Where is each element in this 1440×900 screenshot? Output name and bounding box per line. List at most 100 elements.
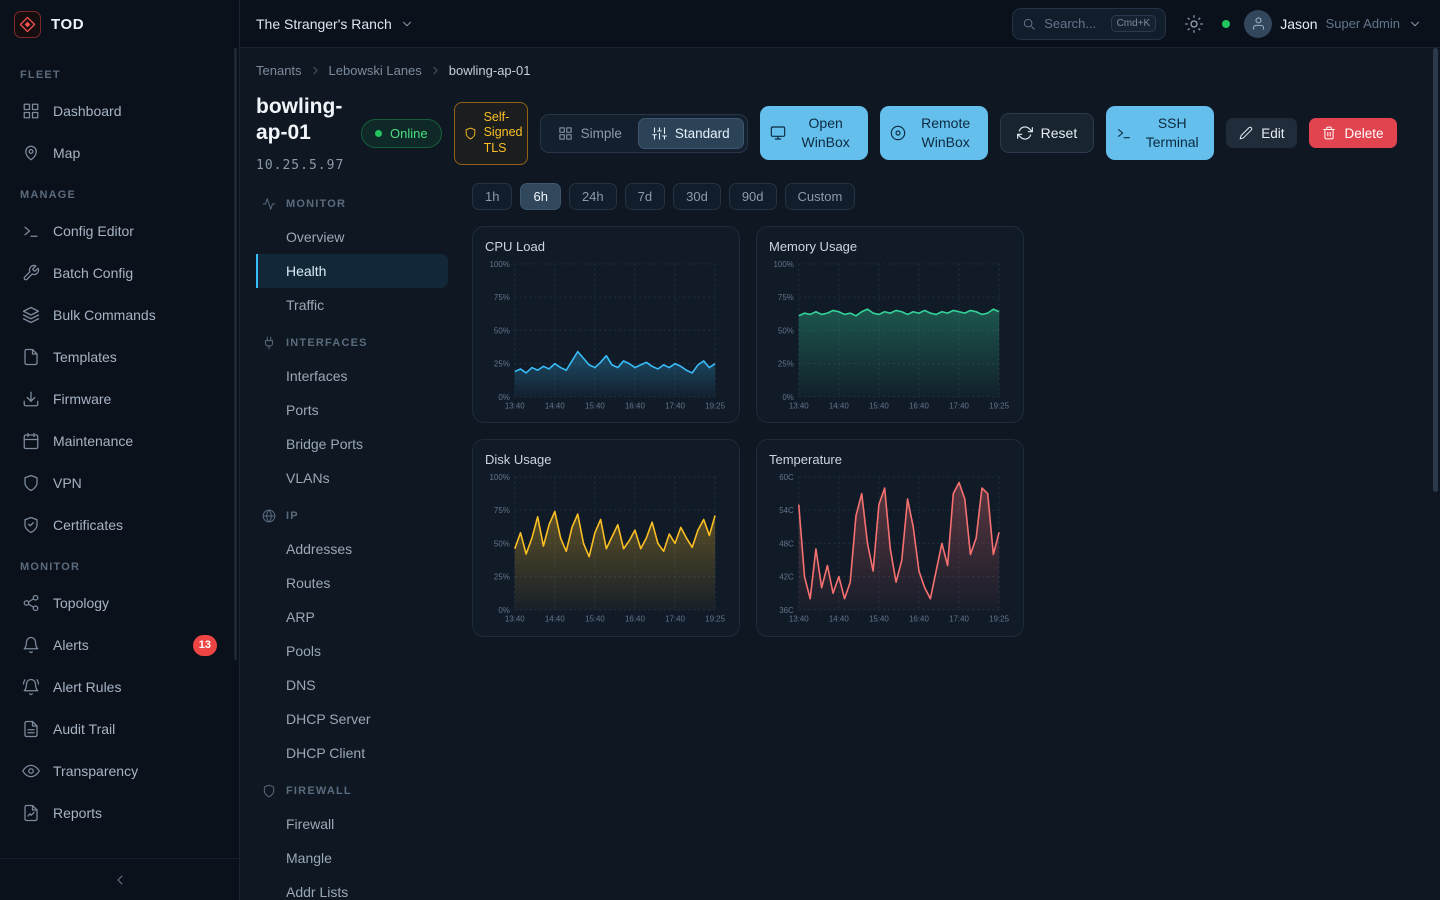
user-icon — [1251, 16, 1266, 31]
topbar: The Stranger's Ranch Search... Cmd+K — [240, 0, 1440, 48]
time-range-1h[interactable]: 1h — [472, 183, 512, 210]
sidebar-item-transparency[interactable]: Transparency — [12, 750, 227, 792]
svg-text:13:40: 13:40 — [789, 615, 809, 624]
view-mode-standard[interactable]: Standard — [638, 118, 744, 149]
device-nav-item-bridge-ports[interactable]: Bridge Ports — [256, 427, 448, 461]
theme-toggle-button[interactable] — [1180, 10, 1208, 38]
sidebar-item-maintenance[interactable]: Maintenance — [12, 420, 227, 462]
device-nav-item-overview[interactable]: Overview — [256, 220, 448, 254]
device-nav-item-pools[interactable]: Pools — [256, 634, 448, 668]
svg-text:16:40: 16:40 — [625, 401, 645, 410]
device-nav-section-firewall: FIREWALL — [256, 770, 448, 807]
app-logo[interactable]: TOD — [0, 0, 239, 48]
breadcrumb-item-tenants[interactable]: Tenants — [256, 63, 302, 78]
svg-text:0%: 0% — [498, 392, 509, 401]
svg-text:0%: 0% — [498, 606, 509, 615]
device-layout: MONITOROverviewHealthTraffic INTERFACES In… — [256, 183, 1416, 900]
device-nav-section-label: INTERFACES — [286, 337, 368, 349]
status-badge: Online — [361, 119, 442, 148]
svg-text:19:25: 19:25 — [989, 615, 1009, 624]
app-name: TOD — [51, 16, 84, 33]
device-nav-item-arp[interactable]: ARP — [256, 600, 448, 634]
device-nav-section-monitor: MONITOR — [256, 183, 448, 220]
sidebar-item-label: Config Editor — [53, 223, 134, 239]
sidebar-item-alerts[interactable]: Alerts13 — [12, 624, 227, 666]
device-nav-item-ports[interactable]: Ports — [256, 393, 448, 427]
chart-title: Disk Usage — [485, 452, 727, 467]
device-nav-item-routes[interactable]: Routes — [256, 566, 448, 600]
sidebar-item-label: Alert Rules — [53, 679, 121, 695]
device-nav-item-traffic[interactable]: Traffic — [256, 288, 448, 322]
sidebar-item-config-editor[interactable]: Config Editor — [12, 210, 227, 252]
time-range-30d[interactable]: 30d — [673, 183, 721, 210]
tls-warning-badge: Self-Signed TLS — [454, 102, 528, 165]
sidebar-item-dashboard[interactable]: Dashboard — [12, 90, 227, 132]
sidebar-section-label-fleet: FLEET — [12, 54, 227, 90]
time-range-7d[interactable]: 7d — [625, 183, 665, 210]
reset-button[interactable]: Reset — [1000, 113, 1095, 153]
edit-button[interactable]: Edit — [1226, 118, 1297, 148]
device-ip: 10.25.5.97 — [256, 158, 348, 173]
search-input[interactable]: Search... Cmd+K — [1012, 8, 1166, 40]
svg-text:17:40: 17:40 — [949, 615, 969, 624]
device-nav-item-addr-lists[interactable]: Addr Lists — [256, 875, 448, 900]
user-menu[interactable]: Jason Super Admin — [1244, 10, 1422, 38]
svg-text:17:40: 17:40 — [949, 401, 969, 410]
terminal-icon — [22, 222, 40, 240]
time-range-24h[interactable]: 24h — [569, 183, 617, 210]
status-label: Online — [390, 126, 428, 141]
device-nav-item-dns[interactable]: DNS — [256, 668, 448, 702]
page-title: bowling-ap-01 — [256, 94, 348, 147]
sliders-icon — [652, 126, 667, 141]
device-nav-item-firewall[interactable]: Firewall — [256, 807, 448, 841]
sidebar-item-certificates[interactable]: Certificates — [12, 504, 227, 546]
sidebar-item-batch-config[interactable]: Batch Config — [12, 252, 227, 294]
device-nav-item-vlans[interactable]: VLANs — [256, 461, 448, 495]
device-nav-item-addresses[interactable]: Addresses — [256, 532, 448, 566]
page-scrollbar[interactable] — [1433, 48, 1438, 492]
breadcrumb-item-lebowski-lanes[interactable]: Lebowski Lanes — [329, 63, 422, 78]
sidebar-item-firmware[interactable]: Firmware — [12, 378, 227, 420]
app-root: TOD FLEETDashboardMapMANAGEConfig Editor… — [0, 0, 1440, 900]
tenant-name: The Stranger's Ranch — [256, 16, 392, 32]
sidebar-item-bulk-commands[interactable]: Bulk Commands — [12, 294, 227, 336]
open-winbox-button[interactable]: Open WinBox — [760, 106, 868, 160]
device-nav-item-health[interactable]: Health — [256, 254, 448, 288]
sidebar-item-audit-trail[interactable]: Audit Trail — [12, 708, 227, 750]
remote-winbox-button[interactable]: Remote WinBox — [880, 106, 988, 160]
sidebar-item-alert-rules[interactable]: Alert Rules — [12, 666, 227, 708]
svg-text:42C: 42C — [779, 573, 794, 582]
device-nav-item-mangle[interactable]: Mangle — [256, 841, 448, 875]
time-range-custom[interactable]: Custom — [785, 183, 856, 210]
breadcrumb-item-bowling-ap-01: bowling-ap-01 — [449, 63, 531, 78]
delete-button[interactable]: Delete — [1309, 118, 1396, 148]
svg-text:60C: 60C — [779, 473, 794, 482]
globe-icon — [262, 509, 276, 523]
sidebar-item-vpn[interactable]: VPN — [12, 462, 227, 504]
sidebar-item-reports[interactable]: Reports — [12, 792, 227, 834]
svg-text:14:40: 14:40 — [545, 615, 565, 624]
tenant-selector[interactable]: The Stranger's Ranch — [256, 16, 414, 32]
device-nav-item-dhcp-client[interactable]: DHCP Client — [256, 736, 448, 770]
sidebar-nav: FLEETDashboardMapMANAGEConfig EditorBatc… — [0, 48, 239, 858]
time-range-6h[interactable]: 6h — [520, 183, 560, 210]
sidebar-item-label: Topology — [53, 595, 109, 611]
view-mode-simple[interactable]: Simple — [544, 118, 636, 149]
ssh-terminal-button[interactable]: SSH Terminal — [1106, 106, 1214, 160]
tls-warning-label: Self-Signed TLS — [484, 110, 523, 157]
device-nav-item-dhcp-server[interactable]: DHCP Server — [256, 702, 448, 736]
sidebar-item-map[interactable]: Map — [12, 132, 227, 174]
sun-icon — [1185, 15, 1203, 33]
device-nav-section-label: IP — [286, 510, 299, 522]
sidebar-item-templates[interactable]: Templates — [12, 336, 227, 378]
time-range-90d[interactable]: 90d — [729, 183, 777, 210]
sidebar-item-topology[interactable]: Topology — [12, 582, 227, 624]
svg-text:13:40: 13:40 — [505, 615, 525, 624]
download-icon — [22, 390, 40, 408]
sidebar-item-label: Templates — [53, 349, 117, 365]
device-nav-item-interfaces[interactable]: Interfaces — [256, 359, 448, 393]
svg-text:15:40: 15:40 — [869, 615, 889, 624]
svg-text:13:40: 13:40 — [505, 401, 525, 410]
sidebar-scrollbar[interactable] — [234, 48, 237, 660]
sidebar-collapse-button[interactable] — [0, 858, 239, 900]
